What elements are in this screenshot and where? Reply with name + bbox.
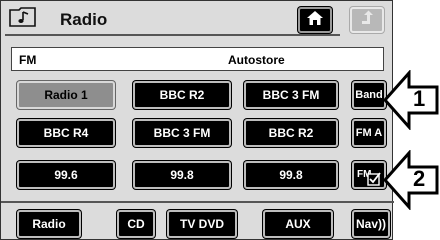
callout-number-2: 2	[413, 166, 426, 191]
radio-screen: Radio FM Autostore Radio 1 BBC R2 BBC 3 …	[0, 0, 394, 240]
preset-button-6[interactable]: BBC R2	[244, 119, 338, 147]
tab-divider	[1, 201, 394, 203]
back-button[interactable]	[350, 7, 384, 33]
status-bar: FM Autostore	[11, 47, 384, 71]
page-title: Radio	[60, 10, 108, 29]
preset-button-9[interactable]: 99.8	[244, 161, 338, 189]
preset-button-1[interactable]: Radio 1	[17, 81, 115, 109]
tab-aux[interactable]: AUX	[263, 210, 333, 238]
band-button[interactable]: Band	[352, 81, 386, 109]
tab-radio[interactable]: Radio	[17, 210, 81, 238]
tab-tv-dvd[interactable]: TV DVD	[167, 210, 237, 238]
back-arrow-icon	[358, 10, 376, 31]
preset-button-8[interactable]: 99.8	[133, 161, 231, 189]
callout-arrow-1: 1	[382, 69, 439, 131]
preset-button-5[interactable]: BBC 3 FM	[133, 119, 231, 147]
preset-button-2[interactable]: BBC R2	[133, 81, 231, 109]
preset-button-7[interactable]: 99.6	[17, 161, 115, 189]
header: Radio	[5, 7, 390, 37]
checkbox-checked-icon	[367, 172, 381, 188]
callout-number-1: 1	[413, 86, 426, 111]
home-button[interactable]	[298, 7, 332, 33]
band-indicator: FM	[19, 53, 37, 67]
fm-a-button[interactable]: FM A	[352, 119, 386, 147]
mode-indicator: Autostore	[228, 53, 285, 67]
music-folder-icon	[9, 7, 37, 27]
header-divider	[5, 34, 340, 36]
tab-nav[interactable]: Nav))	[352, 210, 390, 238]
preset-button-3[interactable]: BBC 3 FM	[244, 81, 338, 109]
callout-arrow-2: 2	[382, 149, 439, 211]
home-icon	[306, 10, 324, 31]
preset-button-4[interactable]: BBC R4	[17, 119, 115, 147]
fm-checkbox-button[interactable]: FM	[352, 161, 386, 189]
tab-cd[interactable]: CD	[117, 210, 155, 238]
